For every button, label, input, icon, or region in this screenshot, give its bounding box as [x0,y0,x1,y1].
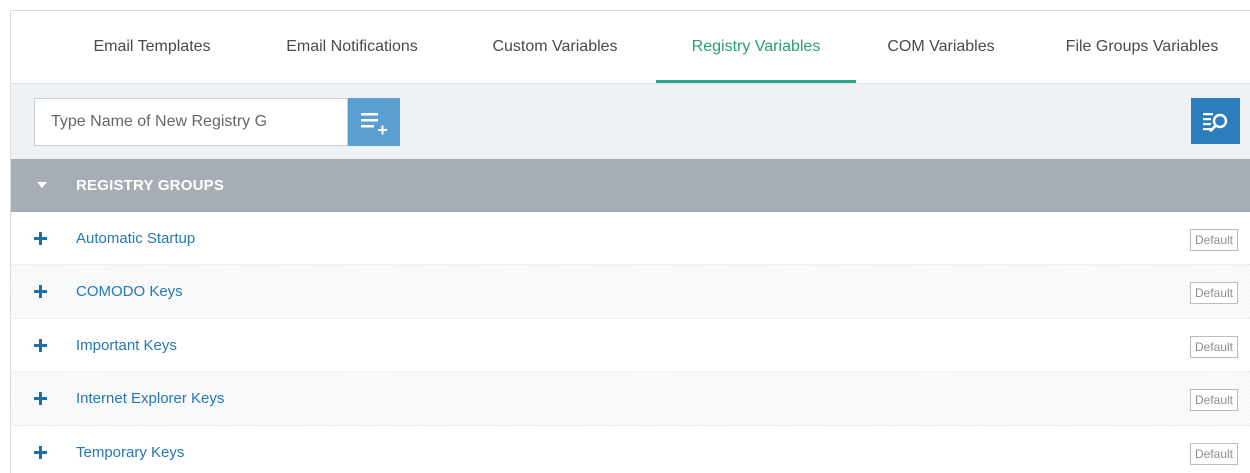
group-link[interactable]: Important Keys [76,319,177,372]
search-filter-button[interactable] [1191,98,1240,144]
registry-groups-header[interactable]: REGISTRY GROUPS [11,159,1250,212]
toolbar [11,83,1250,159]
expand-plus-icon[interactable] [34,285,47,299]
list-item: Automatic Startup Default [11,212,1250,266]
group-link[interactable]: COMODO Keys [76,265,183,318]
default-badge: Default [1189,389,1238,412]
group-link[interactable]: Internet Explorer Keys [76,372,224,425]
group-title: REGISTRY GROUPS [76,177,225,194]
default-badge: Default [1189,442,1238,465]
add-group-button[interactable] [348,98,400,146]
add-list-icon [361,113,387,135]
expand-plus-icon[interactable] [34,392,47,406]
filter-search-icon [1203,113,1228,132]
default-badge: Default [1189,282,1238,305]
registry-group-list: Automatic Startup Default COMODO Keys De… [11,212,1250,473]
caret-down-icon [37,182,47,188]
tab-com-variables[interactable]: COM Variables [866,11,1016,83]
tab-bar: Email Templates Email Notifications Cust… [11,11,1250,83]
tab-email-templates[interactable]: Email Templates [71,11,233,83]
list-item: COMODO Keys Default [11,265,1250,319]
registry-variables-panel: Email Templates Email Notifications Cust… [10,10,1250,473]
default-badge: Default [1189,335,1238,358]
list-item: Temporary Keys Default [11,425,1250,473]
group-link[interactable]: Automatic Startup [76,212,195,265]
list-item: Important Keys Default [11,318,1250,373]
list-item: Internet Explorer Keys Default [11,372,1250,426]
tab-email-notifications[interactable]: Email Notifications [257,11,447,83]
expand-plus-icon[interactable] [34,445,47,459]
new-registry-group-input[interactable] [34,98,348,146]
group-link[interactable]: Temporary Keys [76,426,184,473]
tab-file-groups-variables[interactable]: File Groups Variables [1043,11,1241,83]
default-badge: Default [1189,229,1238,251]
tab-registry-variables[interactable]: Registry Variables [656,11,856,83]
expand-plus-icon[interactable] [34,338,47,352]
expand-plus-icon[interactable] [34,232,47,245]
tab-custom-variables[interactable]: Custom Variables [466,11,644,83]
